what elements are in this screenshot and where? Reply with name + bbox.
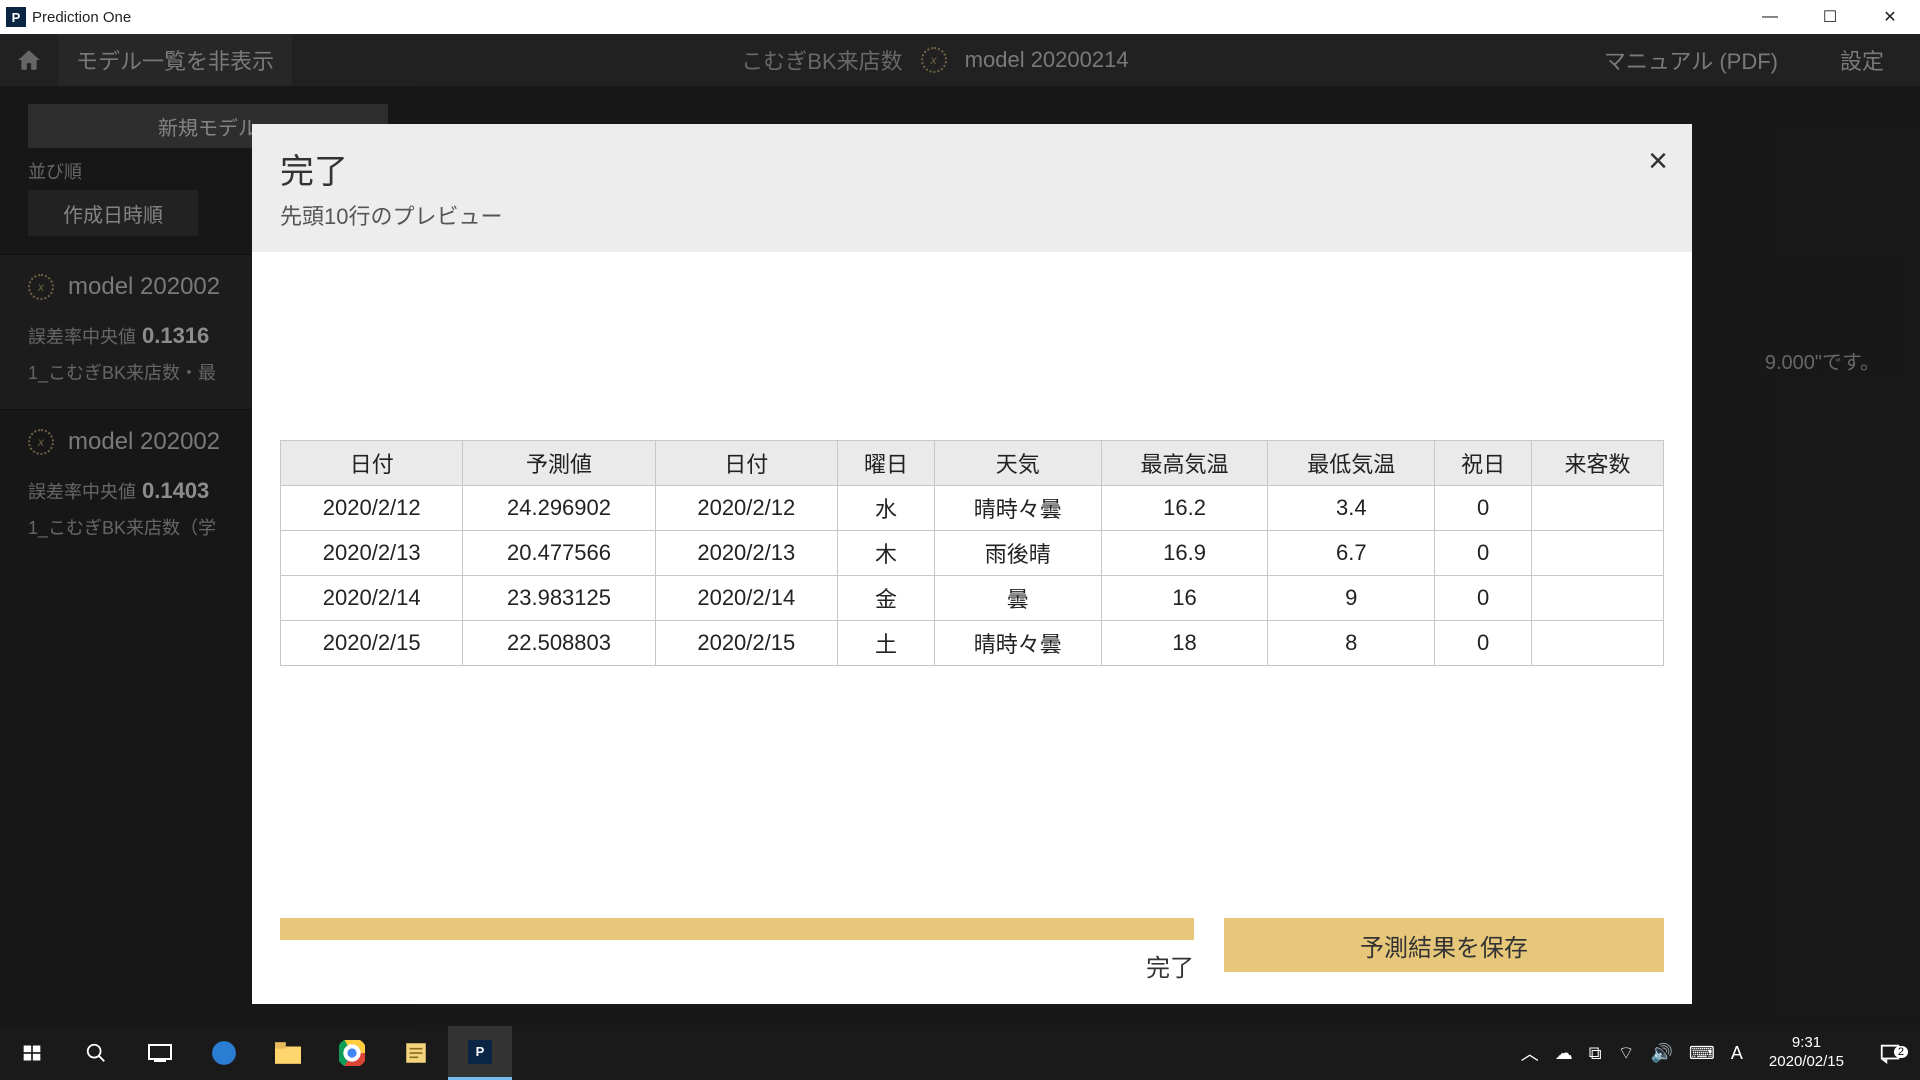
table-cell: 2020/2/15: [281, 621, 463, 666]
table-cell: [1532, 531, 1664, 576]
table-cell: 2020/2/13: [281, 531, 463, 576]
table-header: 日付: [281, 441, 463, 486]
taskbar-app-prediction-one[interactable]: P: [448, 1026, 512, 1080]
taskbar-app-chrome[interactable]: [320, 1026, 384, 1080]
table-cell: 2020/2/14: [655, 576, 837, 621]
modal-footer: 完了 予測結果を保存: [252, 900, 1692, 1004]
table-cell: 2020/2/12: [281, 486, 463, 531]
table-row: 2020/2/1522.5088032020/2/15土晴時々曇1880: [281, 621, 1664, 666]
window-title: Prediction One: [32, 9, 1740, 26]
window-titlebar: P Prediction One — ☐ ✕: [0, 0, 1920, 34]
windows-icon: [22, 1043, 42, 1063]
taskbar-app-explorer[interactable]: [256, 1026, 320, 1080]
table-cell: 20.477566: [463, 531, 655, 576]
table-cell: 8: [1268, 621, 1435, 666]
table-cell: 晴時々曇: [934, 621, 1101, 666]
table-cell: 16.9: [1101, 531, 1268, 576]
table-cell: 土: [838, 621, 935, 666]
table-cell: 2020/2/15: [655, 621, 837, 666]
tray-dropbox-icon[interactable]: ⧉: [1589, 1043, 1602, 1064]
tray-ime-indicator[interactable]: A: [1731, 1043, 1743, 1064]
table-cell: 6.7: [1268, 531, 1435, 576]
tray-time: 9:31: [1769, 1034, 1844, 1053]
table-cell: 0: [1435, 531, 1532, 576]
table-row: 2020/2/1423.9831252020/2/14金曇1690: [281, 576, 1664, 621]
modal-subtitle: 先頭10行のプレビュー: [280, 199, 1658, 231]
table-cell: 16: [1101, 576, 1268, 621]
app-icon: P: [6, 7, 26, 27]
windows-taskbar: P ︿ ☁ ⧉ ⌔ 🔊 ⌨ A 9:31 2020/02/15 2: [0, 1026, 1920, 1080]
progress-label: 完了: [1146, 948, 1194, 983]
table-header: 天気: [934, 441, 1101, 486]
table-cell: 曇: [934, 576, 1101, 621]
table-cell: 水: [838, 486, 935, 531]
modal-body: 日付予測値日付曜日天気最高気温最低気温祝日来客数 2020/2/1224.296…: [252, 252, 1692, 900]
taskbar-app-notes[interactable]: [384, 1026, 448, 1080]
task-view-icon: [148, 1044, 172, 1062]
table-cell: 2020/2/12: [655, 486, 837, 531]
table-row: 2020/2/1320.4775662020/2/13木雨後晴16.96.70: [281, 531, 1664, 576]
start-button[interactable]: [0, 1026, 64, 1080]
modal-header: 完了 先頭10行のプレビュー ×: [252, 124, 1692, 252]
preview-table: 日付予測値日付曜日天気最高気温最低気温祝日来客数 2020/2/1224.296…: [280, 440, 1664, 666]
table-cell: 0: [1435, 486, 1532, 531]
app-icon: P: [468, 1040, 492, 1064]
table-header: 予測値: [463, 441, 655, 486]
table-cell: 0: [1435, 621, 1532, 666]
table-cell: [1532, 486, 1664, 531]
table-header: 祝日: [1435, 441, 1532, 486]
table-cell: 9: [1268, 576, 1435, 621]
table-cell: 雨後晴: [934, 531, 1101, 576]
modal-title: 完了: [280, 144, 1658, 193]
tray-cloud-icon[interactable]: ☁: [1555, 1043, 1573, 1064]
table-cell: 18: [1101, 621, 1268, 666]
app-root: モデル一覧を非表示 こむぎBK来店数 x model 20200214 マニュア…: [0, 34, 1920, 1026]
table-cell: 23.983125: [463, 576, 655, 621]
task-view-button[interactable]: [128, 1026, 192, 1080]
table-header: 最低気温: [1268, 441, 1435, 486]
modal-close-button[interactable]: ×: [1648, 142, 1668, 181]
tray-wifi-icon[interactable]: ⌔: [1618, 1042, 1635, 1065]
window-minimize-button[interactable]: —: [1740, 0, 1800, 34]
tray-date: 2020/02/15: [1769, 1053, 1844, 1072]
table-header: 最高気温: [1101, 441, 1268, 486]
tray-notifications[interactable]: 2: [1870, 1042, 1910, 1064]
table-header: 曜日: [838, 441, 935, 486]
table-cell: [1532, 621, 1664, 666]
table-cell: 3.4: [1268, 486, 1435, 531]
tray-chevron-icon[interactable]: ︿: [1521, 1040, 1539, 1066]
table-cell: 金: [838, 576, 935, 621]
progress-bar: [280, 918, 1194, 940]
edge-icon: [211, 1040, 237, 1066]
preview-modal: 完了 先頭10行のプレビュー × 日付予測値日付曜日天気最高気温最低気温祝日来客…: [252, 124, 1692, 1004]
tray-volume-icon[interactable]: 🔊: [1651, 1043, 1673, 1064]
tray-keyboard-icon[interactable]: ⌨: [1689, 1043, 1715, 1064]
tray-clock[interactable]: 9:31 2020/02/15: [1759, 1034, 1854, 1072]
notification-badge: 2: [1894, 1046, 1908, 1058]
notes-icon: [403, 1040, 429, 1066]
window-maximize-button[interactable]: ☐: [1800, 0, 1860, 34]
search-button[interactable]: [64, 1026, 128, 1080]
search-icon: [85, 1042, 107, 1064]
window-close-button[interactable]: ✕: [1860, 0, 1920, 34]
table-cell: 0: [1435, 576, 1532, 621]
table-cell: 16.2: [1101, 486, 1268, 531]
save-results-button[interactable]: 予測結果を保存: [1224, 918, 1664, 972]
folder-icon: [275, 1042, 301, 1064]
taskbar-app-edge[interactable]: [192, 1026, 256, 1080]
table-cell: 24.296902: [463, 486, 655, 531]
table-cell: 2020/2/14: [281, 576, 463, 621]
table-cell: 木: [838, 531, 935, 576]
system-tray: ︿ ☁ ⧉ ⌔ 🔊 ⌨ A 9:31 2020/02/15 2: [1521, 1034, 1920, 1072]
table-row: 2020/2/1224.2969022020/2/12水晴時々曇16.23.40: [281, 486, 1664, 531]
table-header: 来客数: [1532, 441, 1664, 486]
table-cell: 晴時々曇: [934, 486, 1101, 531]
table-cell: 22.508803: [463, 621, 655, 666]
table-cell: 2020/2/13: [655, 531, 837, 576]
chrome-icon: [339, 1040, 365, 1066]
table-header: 日付: [655, 441, 837, 486]
table-cell: [1532, 576, 1664, 621]
